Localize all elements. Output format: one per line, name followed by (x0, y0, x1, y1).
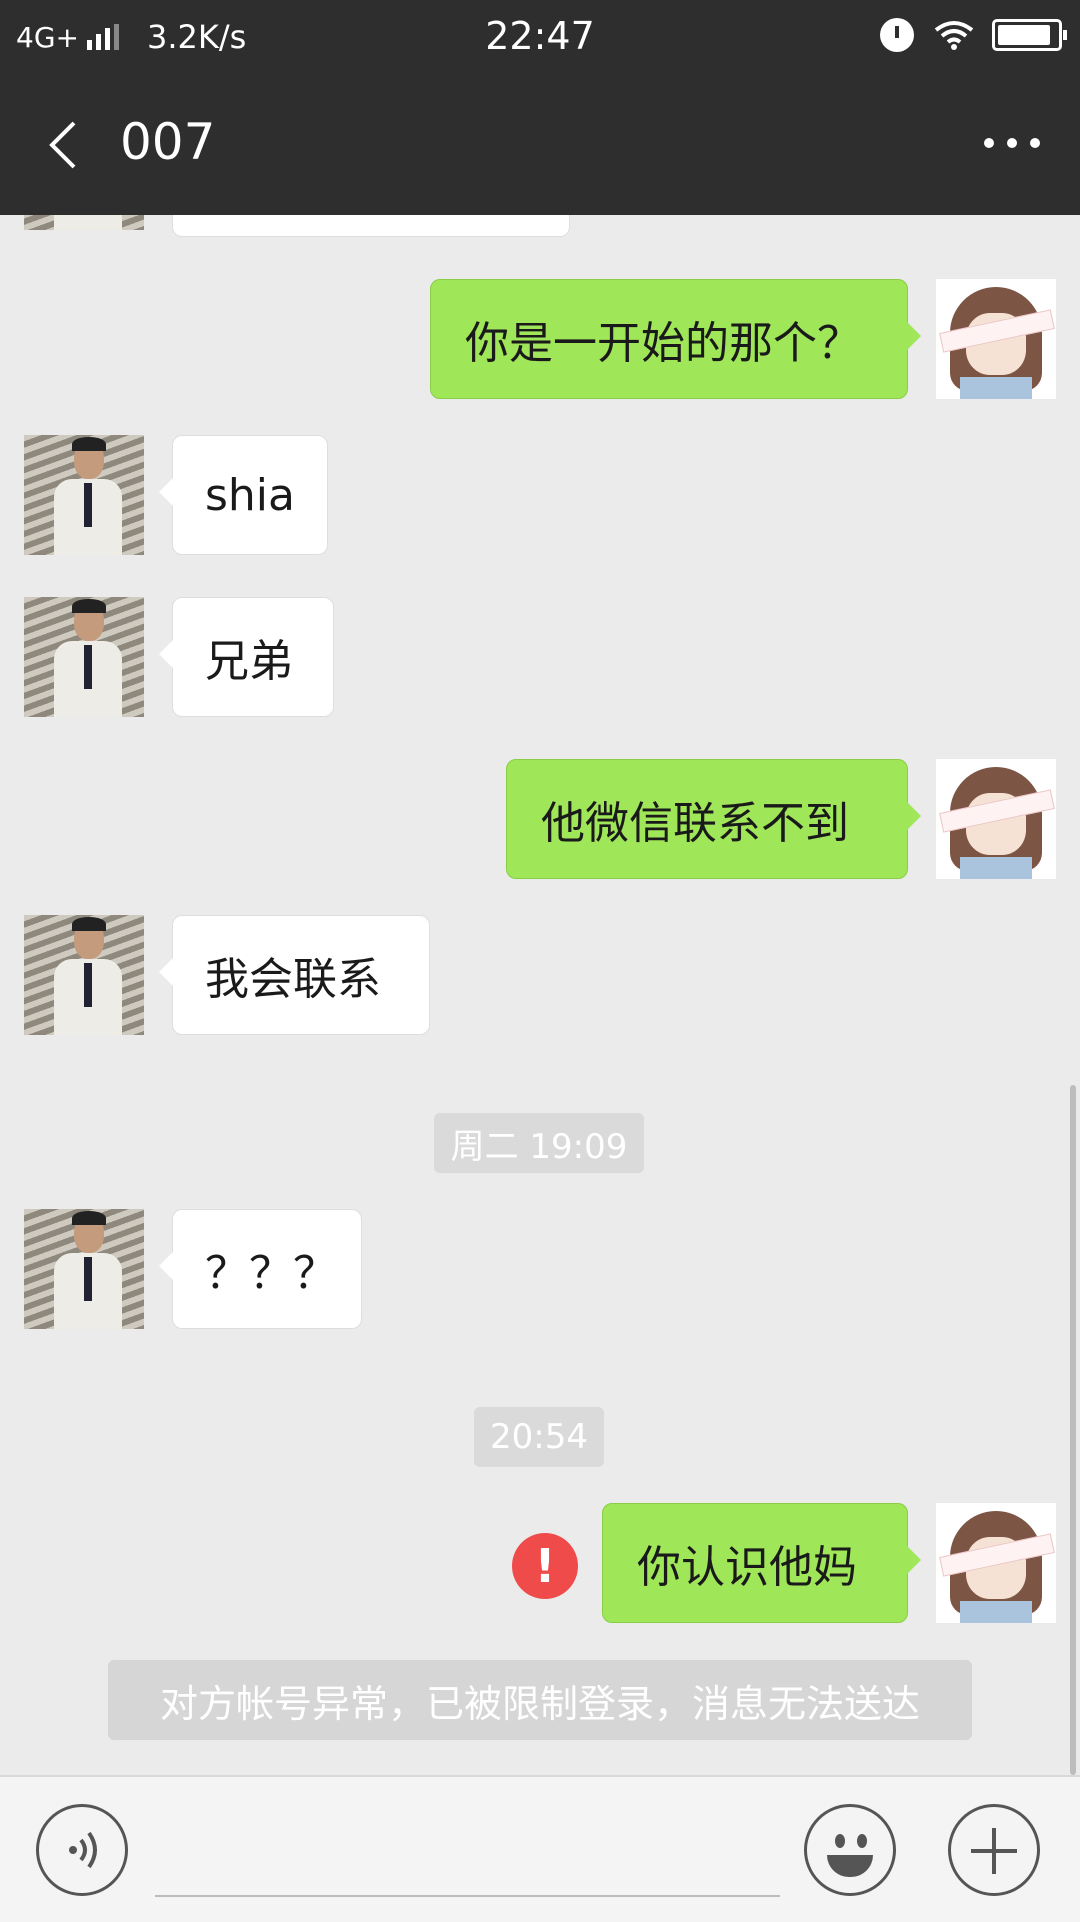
my-avatar[interactable] (936, 759, 1056, 879)
status-bar: 4G+ 3.2K/s 22:47 (0, 0, 1080, 75)
scrollbar[interactable] (1070, 1085, 1076, 1775)
contact-avatar[interactable] (24, 597, 144, 717)
timestamp-chip: 周二 19:09 (434, 1113, 644, 1173)
more-icon[interactable] (984, 133, 1040, 153)
timestamp-chip: 20:54 (474, 1407, 604, 1467)
battery-icon (992, 19, 1067, 51)
wifi-icon (934, 21, 974, 50)
emoji-icon[interactable] (804, 1804, 896, 1896)
message-bubble-outgoing[interactable]: 你认识他妈 (602, 1503, 921, 1623)
message-bubble-outgoing[interactable]: 他微信联系不到 (506, 759, 921, 879)
message-bubble-outgoing[interactable]: 你是一开始的那个？ (430, 279, 921, 399)
contact-avatar[interactable] (24, 435, 144, 555)
system-notice: 对方帐号异常，已被限制登录，消息无法送达 (108, 1660, 972, 1740)
contact-avatar[interactable] (24, 215, 144, 230)
voice-icon[interactable] (36, 1804, 128, 1896)
message-bubble-incoming[interactable]: 我会联系 (159, 915, 430, 1035)
input-bar (0, 1775, 1080, 1922)
message-bubble-incoming[interactable]: shia (159, 435, 328, 555)
alarm-icon (880, 18, 914, 52)
chat-title: 007 (120, 113, 216, 171)
message-bubble-incoming[interactable]: ？？？ (159, 1209, 362, 1329)
contact-avatar[interactable] (24, 1209, 144, 1329)
chat-area[interactable]: 你是一开始的那个？ shia 兄弟 他微信联系不到 我会联系 周二 19:09 … (0, 215, 1080, 1775)
chat-header: 007 (0, 75, 1080, 215)
status-right (880, 18, 1067, 52)
plus-icon[interactable] (948, 1804, 1040, 1896)
message-bubble-incoming[interactable] (172, 215, 570, 237)
message-bubble-incoming[interactable]: 兄弟 (159, 597, 334, 717)
message-input[interactable] (155, 1895, 780, 1897)
error-icon[interactable]: ! (512, 1533, 578, 1599)
back-arrow-icon[interactable] (40, 117, 96, 173)
my-avatar[interactable] (936, 1503, 1056, 1623)
contact-avatar[interactable] (24, 915, 144, 1035)
my-avatar[interactable] (936, 279, 1056, 399)
